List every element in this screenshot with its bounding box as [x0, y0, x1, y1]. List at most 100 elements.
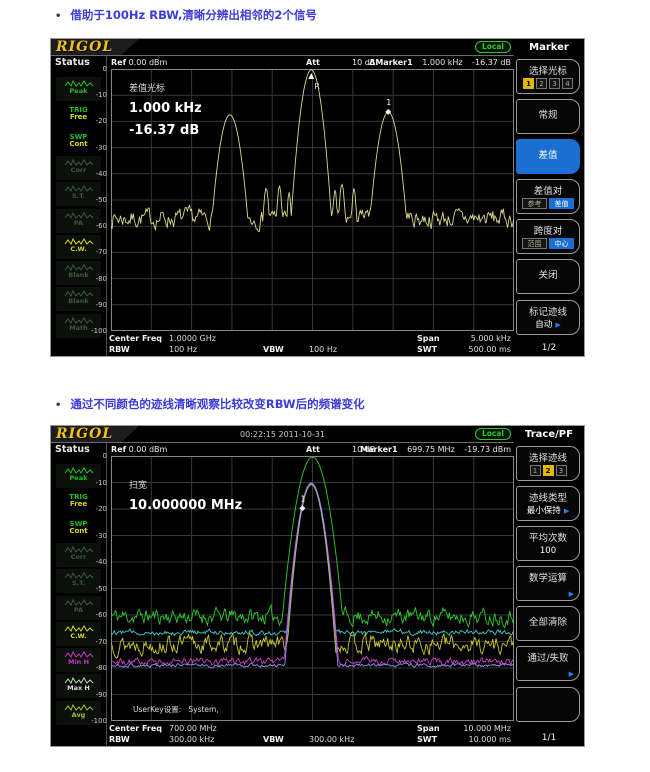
marker-readout-freq: 699.75 MHz	[407, 445, 455, 454]
rigol-logo: RIGOL	[56, 39, 113, 55]
y-axis-labels: 0-10-20-30-40-50-60-70-80-90-100	[83, 456, 109, 721]
softkey-span-pair[interactable]: 跨度对范围中心	[516, 219, 580, 254]
softkey-close[interactable]: 关闭	[516, 259, 580, 294]
y-axis-label: -20	[96, 117, 107, 125]
rbw-label: RBW	[109, 735, 130, 744]
y-axis-label: -60	[96, 222, 107, 230]
y-axis-labels: 0-10-20-30-40-50-60-70-80-90-100	[83, 69, 109, 331]
ref-value: 0.00 dBm	[129, 445, 168, 454]
annotation-amp: -16.37 dB	[129, 123, 202, 138]
y-axis-label: -90	[96, 691, 107, 699]
softkey-chip: 4	[562, 78, 573, 89]
att-label: Att	[306, 445, 320, 454]
y-axis-label: -20	[96, 505, 107, 513]
y-axis-label: -10	[96, 91, 107, 99]
softkey-sub-value: 自动▶	[517, 318, 579, 330]
softkey-label: 全部清除	[517, 607, 579, 639]
softkey-select-marker[interactable]: 选择光标1234	[516, 59, 580, 94]
softkey-label: 数学运算	[517, 570, 579, 584]
reference-marker-icon	[308, 73, 314, 79]
softkey-trace-type[interactable]: 迹线类型最小保持▶	[516, 486, 580, 521]
annotation-title: 差值光标	[129, 81, 202, 94]
y-axis-label: -30	[96, 532, 107, 540]
marker-readout-amp: -19.73 dBm	[464, 445, 511, 454]
span-value: 10.000 MHz	[463, 724, 511, 733]
submenu-arrow-icon: ▶	[564, 507, 569, 515]
marker-readout-label: Marker1	[360, 445, 397, 454]
swt-label: SWT	[417, 345, 437, 354]
softkey-label: 关闭	[517, 260, 579, 292]
submenu-arrow-icon: ▶	[555, 321, 560, 329]
span-annotation: 扫宽 10.000000 MHz	[129, 478, 242, 520]
softkey-sub-value: 100	[517, 546, 579, 556]
softkey-avg-count[interactable]: 平均次数100	[516, 526, 580, 561]
softkey-select-trace[interactable]: 选择迹线123	[516, 446, 580, 481]
swt-value: 500.00 ms	[469, 345, 512, 354]
softkey-menu: Marker 选择光标1234常规差值差值对参考差值跨度对范围中心关闭标记迹线自…	[514, 39, 584, 356]
submenu-arrow-icon: ▶	[569, 590, 574, 598]
y-axis-label: 0	[103, 65, 107, 73]
logo-bar: RIGOL 00:22:15 2011-10-31 Local	[51, 426, 514, 443]
bullet-dot: •	[55, 400, 61, 411]
annotation-freq: 10.000000 MHz	[129, 498, 242, 513]
measurement-info-row: Ref 0.00 dBm Att 10 dB ΔMarker1 1.000 kH…	[109, 58, 512, 69]
marker-readout-label: ΔMarker1	[369, 58, 413, 67]
y-axis-label: 0	[103, 452, 107, 460]
y-axis-label: -80	[96, 275, 107, 283]
softkey-mark-trace[interactable]: 标记迹线自动▶	[516, 300, 580, 335]
softkey-clear-all[interactable]: 全部清除	[516, 606, 580, 641]
submenu-arrow-icon: ▶	[569, 670, 574, 678]
y-axis-label: -70	[96, 638, 107, 646]
softkey-chip: 1	[530, 465, 541, 476]
marker-readout-amp: -16.37 dB	[472, 58, 511, 67]
y-axis-label: -50	[96, 585, 107, 593]
vbw-label: VBW	[263, 345, 284, 354]
span-label: Span	[417, 334, 440, 343]
spectrum-display: R1 差值光标 1.000 kHz -16.37 dB	[111, 69, 514, 331]
softkey-chip-row: 123	[517, 458, 579, 477]
vbw-value: 100 Hz	[309, 345, 337, 354]
softkey-chip: 中心	[549, 238, 574, 249]
delta-marker-annotation: 差值光标 1.000 kHz -16.37 dB	[129, 81, 202, 138]
softkey-normal[interactable]: 常规	[516, 99, 580, 134]
softkey-menu: Trace/PF 选择迹线123迹线类型最小保持▶平均次数100数学运算▶全部清…	[514, 426, 584, 746]
softkey-chip: 差值	[549, 198, 574, 209]
softkey-chip: 范围	[522, 238, 547, 249]
analyzer-main-area: RIGOL 00:22:15 2011-10-31 Local Ref 0.00…	[51, 426, 514, 746]
status-title: Status	[55, 444, 90, 455]
softkey-label: 常规	[517, 100, 579, 132]
center-freq-value: 1.0000 GHz	[169, 334, 216, 343]
local-badge: Local	[475, 41, 511, 53]
softkey-pass-fail[interactable]: 通过/失败▶	[516, 646, 580, 681]
y-axis-label: -50	[96, 196, 107, 204]
ref-label: Ref	[111, 58, 126, 67]
rbw-label: RBW	[109, 345, 130, 354]
softkey-sub-value: 最小保持▶	[517, 504, 579, 516]
softkey-blank[interactable]	[516, 687, 580, 722]
softkey-label: 标记迹线	[517, 304, 579, 318]
caption-text-2: 通过不同颜色的迹线清晰观察比较改变RBW后的频谱变化	[70, 397, 364, 411]
center-freq-label: Center Freq	[109, 724, 162, 733]
swt-value: 10.000 ms	[469, 735, 512, 744]
marker-diamond-icon	[299, 505, 305, 511]
spectrum-analyzer-screenshot-2: RIGOL 00:22:15 2011-10-31 Local Ref 0.00…	[50, 425, 585, 747]
softkey-label: 迹线类型	[517, 490, 579, 504]
marker-label: 1	[300, 494, 305, 503]
bullet-item-1: •借助于100Hz RBW,清晰分辨出相邻的2个信号	[55, 7, 317, 23]
local-badge: Local	[475, 428, 511, 440]
analyzer-main-area: RIGOL Local Ref 0.00 dBm Att 10 dB ΔMark…	[51, 39, 514, 356]
y-axis-label: -60	[96, 611, 107, 619]
softkey-math[interactable]: 数学运算 ▶	[516, 566, 580, 601]
y-axis-label: -80	[96, 664, 107, 672]
sweep-settings-bar: Center Freq 1.0000 GHz Span 5.000 kHz RB…	[51, 333, 514, 356]
y-axis-label: -40	[96, 170, 107, 178]
menu-page-indicator: 1/2	[514, 343, 584, 353]
swt-label: SWT	[417, 735, 437, 744]
y-axis-label: -90	[96, 301, 107, 309]
softkey-delta-pair[interactable]: 差值对参考差值	[516, 179, 580, 214]
att-label: Att	[306, 58, 320, 67]
center-freq-label: Center Freq	[109, 334, 162, 343]
softkey-chip: 参考	[522, 198, 547, 209]
softkey-chip: 3	[556, 465, 567, 476]
softkey-delta[interactable]: 差值	[516, 139, 580, 174]
